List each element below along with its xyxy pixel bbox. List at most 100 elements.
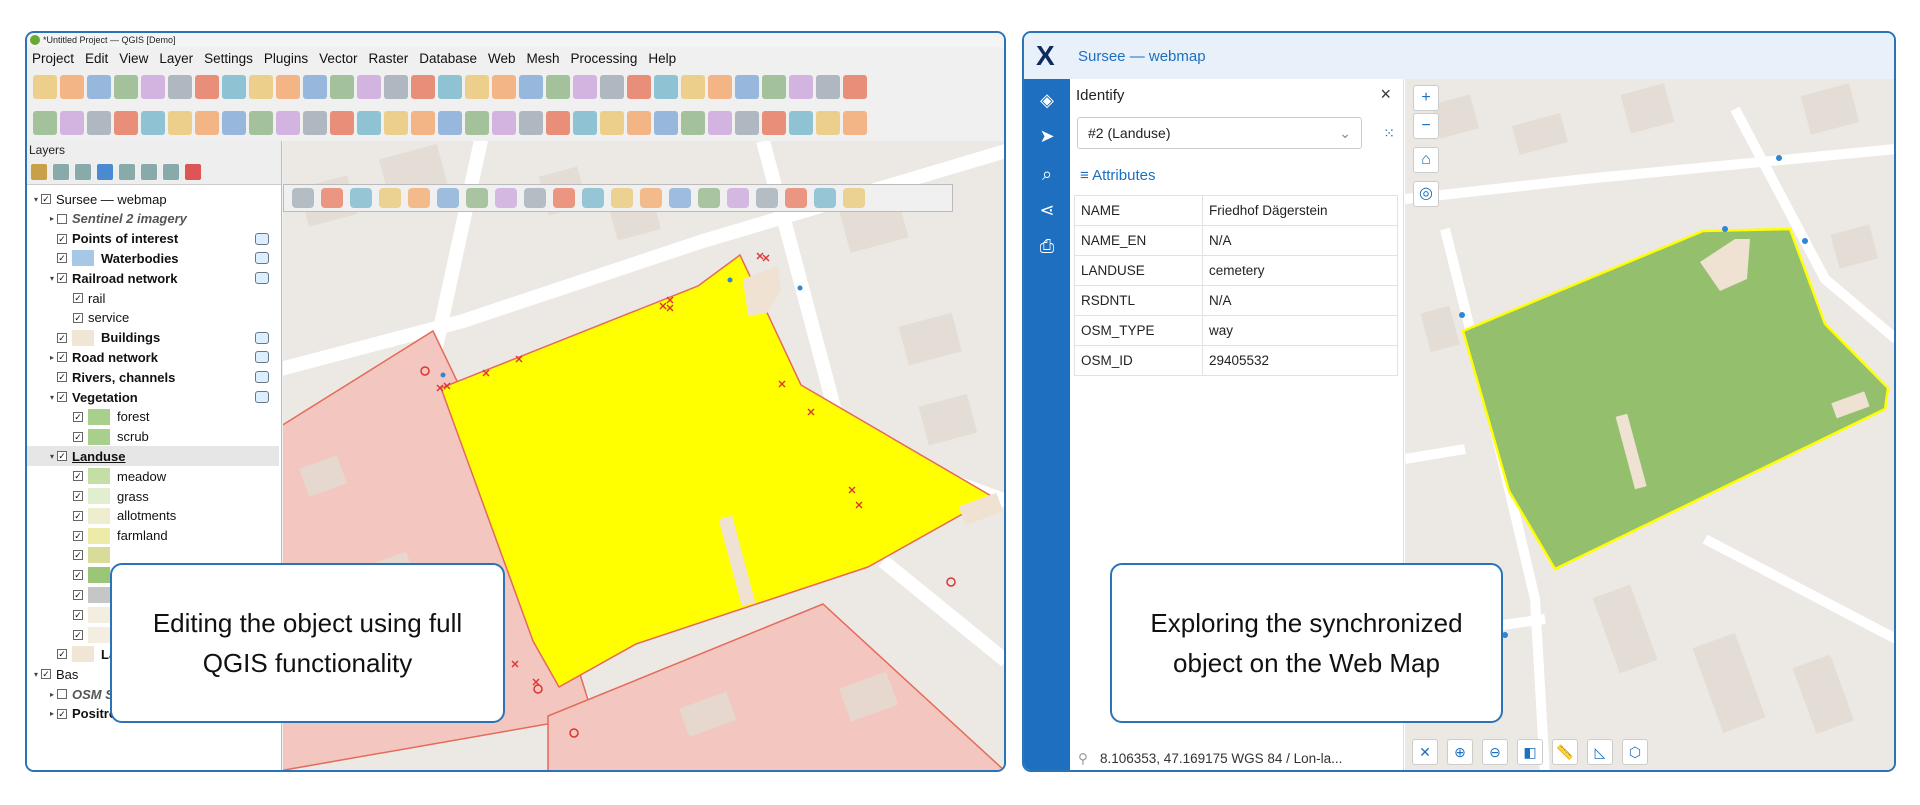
layers-icon[interactable]: ◈ (1035, 89, 1059, 111)
toolbar-tool-icon[interactable] (762, 111, 786, 135)
expand-arrow-icon[interactable]: ▾ (31, 670, 41, 679)
layer-filter-icon[interactable] (255, 351, 269, 364)
digitizing-tool-icon[interactable] (321, 188, 343, 208)
digitizing-tool-icon[interactable] (611, 188, 633, 208)
toolbar-tool-icon[interactable] (114, 111, 138, 135)
layer-checkbox[interactable]: ✓ (73, 550, 83, 561)
layer-checkbox[interactable]: ✓ (73, 312, 83, 323)
layer-row[interactable]: ✓ allotments (27, 506, 279, 526)
toolbar-tool-icon[interactable] (735, 111, 759, 135)
digitizing-tool-icon[interactable] (466, 188, 488, 208)
style-icon[interactable] (31, 163, 47, 180)
toolbar-tool-icon[interactable] (222, 111, 246, 135)
layer-filter-icon[interactable] (255, 272, 269, 285)
toolbar-tool-icon[interactable] (519, 111, 543, 135)
zoom-out-icon[interactable]: ⊖ (1482, 739, 1508, 765)
layer-checkbox[interactable]: ✓ (57, 708, 67, 719)
measure-icon[interactable]: 📏 (1552, 739, 1578, 765)
digitizing-tool-icon[interactable] (524, 188, 546, 208)
layer-row[interactable]: ✓ Waterbodies (27, 248, 279, 268)
layer-checkbox[interactable] (57, 689, 67, 699)
layer-checkbox[interactable]: ✓ (57, 352, 67, 363)
toolbar-tool-icon[interactable] (330, 75, 354, 99)
layer-checkbox[interactable]: ✓ (73, 411, 83, 422)
toolbar-tool-icon[interactable] (114, 75, 138, 99)
polygon-icon[interactable]: ⬡ (1622, 739, 1648, 765)
layer-checkbox[interactable]: ✓ (57, 392, 67, 402)
layer-row[interactable]: ✓ Rivers, channels (27, 367, 279, 387)
expand-all-icon[interactable] (141, 163, 157, 180)
layer-checkbox[interactable]: ✓ (57, 233, 67, 244)
print-icon[interactable]: ⎙ (1035, 235, 1059, 257)
toolbar-tool-icon[interactable] (249, 111, 273, 135)
toolbar-tool-icon[interactable] (843, 111, 867, 135)
layer-checkbox[interactable]: ✓ (73, 510, 83, 521)
digitizing-tool-icon[interactable] (408, 188, 430, 208)
toolbar-tool-icon[interactable] (87, 111, 111, 135)
toolbar-tool-icon[interactable] (708, 75, 732, 99)
expand-arrow-icon[interactable]: ▾ (47, 452, 57, 461)
toolbar-tool-icon[interactable] (411, 111, 435, 135)
digitizing-tool-icon[interactable] (843, 188, 865, 208)
layer-checkbox[interactable]: ✓ (57, 273, 67, 284)
toolbar-tool-icon[interactable] (87, 75, 111, 99)
layer-row[interactable]: ✓ service (27, 308, 279, 328)
layer-checkbox[interactable]: ✓ (57, 649, 67, 660)
toolbar-tool-icon[interactable] (60, 111, 84, 135)
toolbar-tool-icon[interactable] (330, 111, 354, 135)
toolbar-tool-icon[interactable] (681, 111, 705, 135)
attributes-header[interactable]: ≡ Attributes (1080, 167, 1155, 184)
layer-row[interactable]: ▾ ✓ Vegetation (27, 387, 279, 407)
digitizing-tool-icon[interactable] (350, 188, 372, 208)
menu-raster[interactable]: Raster (368, 51, 408, 66)
zoom-in-button[interactable]: + (1413, 85, 1439, 111)
layer-row[interactable]: ▸ Sentinel 2 imagery (27, 209, 279, 229)
expand-arrow-icon[interactable]: ▸ (47, 690, 57, 699)
add-group-icon[interactable] (53, 163, 69, 180)
layer-checkbox[interactable]: ✓ (73, 629, 83, 640)
feature-select[interactable]: #2 (Landuse) ⌄ (1077, 117, 1362, 149)
toolbar-tool-icon[interactable] (789, 111, 813, 135)
toolbar-tool-icon[interactable] (303, 75, 327, 99)
filter-icon[interactable] (97, 163, 113, 180)
digitizing-tool-icon[interactable] (785, 188, 807, 208)
toolbar-tool-icon[interactable] (195, 111, 219, 135)
digitizing-tool-icon[interactable] (814, 188, 836, 208)
toolbar-tool-icon[interactable] (681, 75, 705, 99)
menu-view[interactable]: View (119, 51, 148, 66)
digitizing-tool-icon[interactable] (640, 188, 662, 208)
digitizing-tool-icon[interactable] (437, 188, 459, 208)
zoom-in-icon[interactable]: ⊕ (1447, 739, 1473, 765)
toolbar-tool-icon[interactable] (249, 75, 273, 99)
toolbar-tool-icon[interactable] (654, 111, 678, 135)
toolbar-tool-icon[interactable] (465, 75, 489, 99)
layer-checkbox[interactable]: ✓ (41, 669, 51, 680)
collapse-all-icon[interactable] (163, 163, 179, 180)
toolbar-tool-icon[interactable] (492, 111, 516, 135)
layer-row[interactable]: ✓ grass (27, 486, 279, 506)
angle-icon[interactable]: ◺ (1587, 739, 1613, 765)
expand-arrow-icon[interactable]: ▾ (31, 195, 41, 204)
expand-arrow-icon[interactable]: ▸ (47, 353, 57, 362)
layer-filter-icon[interactable] (255, 252, 269, 265)
toolbar-tool-icon[interactable] (600, 75, 624, 99)
layer-checkbox[interactable]: ✓ (73, 590, 83, 600)
layer-checkbox[interactable]: ✓ (41, 194, 51, 204)
layer-checkbox[interactable]: ✓ (73, 431, 83, 442)
menu-mesh[interactable]: Mesh (527, 51, 560, 66)
menu-plugins[interactable]: Plugins (264, 51, 308, 66)
toolbar-tool-icon[interactable] (465, 111, 489, 135)
split-icon[interactable]: ◧ (1517, 739, 1543, 765)
toolbar-tool-icon[interactable] (546, 111, 570, 135)
search-icon[interactable]: ⌕ (1035, 163, 1059, 185)
layer-row[interactable]: ✓ Points of interest (27, 229, 279, 249)
locate-icon[interactable]: ◎ (1413, 181, 1439, 207)
expand-arrow-icon[interactable]: ▾ (47, 393, 57, 402)
layer-checkbox[interactable]: ✓ (73, 530, 83, 541)
digitizing-tool-icon[interactable] (495, 188, 517, 208)
layer-filter-icon[interactable] (255, 232, 269, 245)
toolbar-tool-icon[interactable] (762, 75, 786, 99)
menu-settings[interactable]: Settings (204, 51, 253, 66)
toolbar-tool-icon[interactable] (195, 75, 219, 99)
grid-icon[interactable]: ⁙ (1383, 125, 1395, 142)
